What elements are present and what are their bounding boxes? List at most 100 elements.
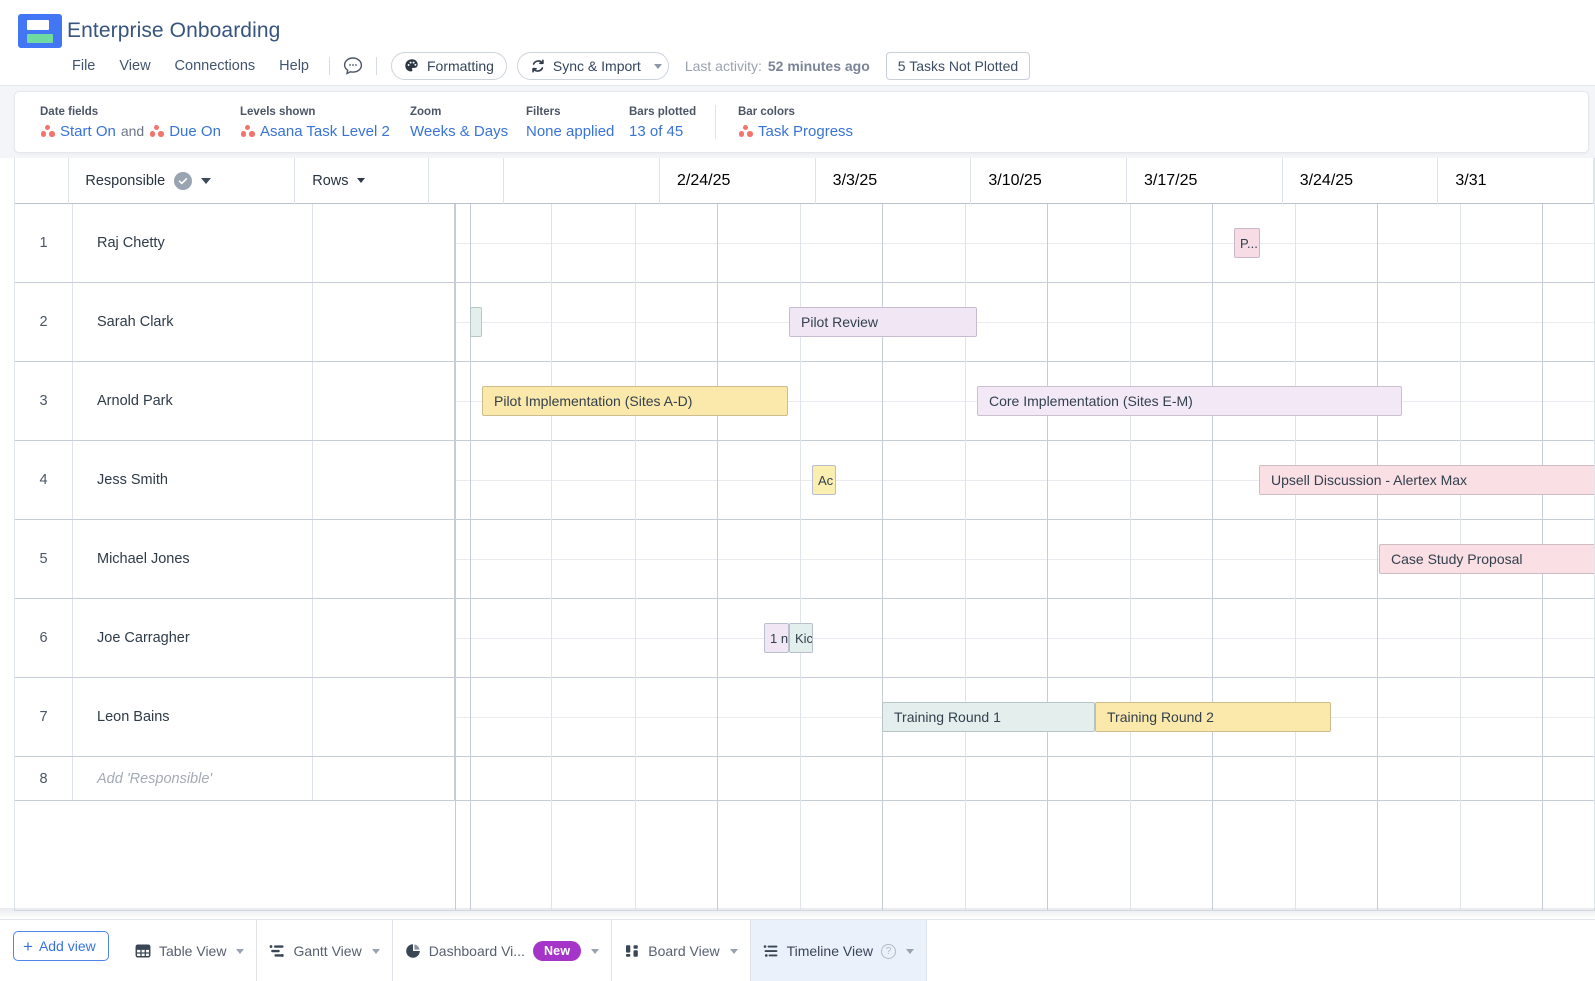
gantt-bar[interactable]: 1 n: [764, 623, 789, 653]
bars-plotted-value[interactable]: 13 of 45: [629, 123, 683, 140]
view-tab-timeline-view[interactable]: Timeline View?: [750, 920, 927, 981]
menu-item-view[interactable]: View: [107, 56, 162, 76]
filter-check-icon[interactable]: [174, 171, 193, 190]
gantt-bar[interactable]: Core Implementation (Sites E-M): [977, 386, 1402, 416]
rows-cell[interactable]: [313, 757, 455, 800]
view-tab-gantt-view[interactable]: Gantt View: [257, 920, 393, 981]
column-header-rows[interactable]: Rows: [295, 158, 430, 204]
chat-bubble-icon[interactable]: [342, 55, 364, 77]
table-row[interactable]: 5 Michael Jones: [15, 520, 1594, 599]
app-window: Enterprise Onboarding File View Connecti…: [0, 0, 1595, 981]
gantt-bar[interactable]: Ac: [812, 465, 836, 495]
last-activity: Last activity: 52 minutes ago: [685, 58, 870, 74]
sync-import-button[interactable]: Sync & Import: [516, 52, 669, 80]
responsible-name[interactable]: Leon Bains: [73, 678, 313, 756]
responsible-name[interactable]: Jess Smith: [73, 441, 313, 519]
grid-body: 1 Raj Chetty 2 Sarah Clark 3 Arnold Park 4 Jess…: [15, 204, 1594, 910]
rows-cell[interactable]: [313, 678, 455, 756]
rows-cell[interactable]: [313, 599, 455, 677]
last-activity-value: 52 minutes ago: [767, 58, 870, 74]
view-tab-table-view[interactable]: Table View: [123, 920, 258, 981]
grid-line: [717, 204, 718, 910]
menu-item-connections[interactable]: Connections: [163, 56, 268, 76]
add-row[interactable]: 8 Add 'Responsible': [15, 757, 1594, 801]
bar-colors-value[interactable]: Task Progress: [758, 123, 853, 140]
gantt-bar[interactable]: [470, 307, 482, 337]
row-number: 7: [15, 678, 73, 756]
grid-line: [551, 204, 552, 910]
page-title: Enterprise Onboarding: [67, 19, 281, 42]
add-view-button[interactable]: + Add view: [13, 931, 109, 961]
rows-cell[interactable]: [313, 441, 455, 519]
chevron-down-icon[interactable]: [905, 948, 914, 954]
grid-line: [1212, 204, 1213, 910]
responsible-name[interactable]: Sarah Clark: [73, 283, 313, 361]
gantt-bar[interactable]: Training Round 1: [882, 702, 1095, 732]
title-bar: Enterprise Onboarding File View Connecti…: [0, 0, 1595, 86]
rows-cell[interactable]: [313, 283, 455, 361]
chevron-down-icon[interactable]: [653, 63, 662, 69]
date-field-start[interactable]: Start On: [60, 123, 116, 140]
gantt-bar[interactable]: Upsell Discussion - Alertex Max: [1259, 465, 1594, 495]
chevron-down-icon[interactable]: [371, 948, 380, 954]
responsible-name[interactable]: Michael Jones: [73, 520, 313, 598]
column-header-responsible[interactable]: Responsible: [69, 158, 296, 204]
tasks-not-plotted-button[interactable]: 5 Tasks Not Plotted: [885, 52, 1031, 80]
setting-filters[interactable]: Filters None applied: [526, 105, 629, 140]
date-header-cell: 2/24/25: [660, 158, 816, 204]
date-field-due[interactable]: Due On: [169, 123, 221, 140]
rows-cell[interactable]: [313, 204, 455, 282]
divider: [375, 57, 377, 75]
levels-shown-value[interactable]: Asana Task Level 2: [260, 123, 390, 140]
row-number: 1: [15, 204, 73, 282]
view-tab-dashboard-vi[interactable]: Dashboard Vi... New: [393, 920, 613, 981]
add-view-label: Add view: [38, 938, 96, 954]
setting-bars-plotted[interactable]: Bars plotted 13 of 45: [629, 105, 715, 140]
grid-line: [1130, 204, 1131, 910]
rows-cell[interactable]: [313, 362, 455, 440]
row-number: 2: [15, 283, 73, 361]
last-activity-label: Last activity:: [684, 58, 762, 74]
menu-item-file[interactable]: File: [60, 56, 107, 76]
add-responsible-input[interactable]: Add 'Responsible': [73, 757, 313, 800]
setting-bar-colors[interactable]: Bar colors Task Progress: [738, 105, 853, 140]
responsible-name[interactable]: Joe Carragher: [73, 599, 313, 677]
gantt-bar[interactable]: Case Study Proposal: [1379, 544, 1594, 574]
responsible-name[interactable]: Arnold Park: [73, 362, 313, 440]
chevron-down-icon[interactable]: [729, 948, 738, 954]
rows-cell[interactable]: [313, 520, 455, 598]
menu-item-help[interactable]: Help: [267, 56, 321, 76]
formatting-label: Formatting: [426, 58, 494, 74]
palette-icon: [404, 58, 420, 74]
question-mark-icon[interactable]: ?: [880, 943, 896, 959]
date-header-cell: 3/17/25: [1127, 158, 1283, 204]
formatting-button[interactable]: Formatting: [390, 52, 507, 80]
gantt-bar[interactable]: Training Round 2: [1095, 702, 1331, 732]
view-tab-board-view[interactable]: Board View: [612, 920, 751, 981]
view-tab-label: Table View: [159, 943, 227, 959]
board-columns-icon: [624, 943, 640, 959]
chevron-down-icon[interactable]: [357, 178, 366, 183]
view-tab-label: Gantt View: [293, 943, 362, 959]
chevron-down-icon[interactable]: [236, 948, 245, 954]
zoom-value[interactable]: Weeks & Days: [410, 123, 508, 140]
setting-zoom[interactable]: Zoom Weeks & Days: [410, 105, 526, 140]
setting-date-fields[interactable]: Date fields Start On and Due On: [40, 105, 240, 140]
gantt-bar[interactable]: P...: [1234, 228, 1260, 258]
filters-value[interactable]: None applied: [526, 123, 614, 140]
chevron-down-icon[interactable]: [201, 177, 212, 184]
row-number: 3: [15, 362, 73, 440]
gantt-bar[interactable]: Pilot Review: [789, 307, 977, 337]
table-row[interactable]: 7 Leon Bains: [15, 678, 1594, 757]
chevron-down-icon[interactable]: [591, 948, 600, 954]
gantt-bar[interactable]: Pilot Implementation (Sites A-D): [482, 386, 788, 416]
date-header-cell: 3/24/25: [1283, 158, 1439, 204]
view-tab-label: Dashboard Vi...: [428, 943, 525, 959]
row-number: 5: [15, 520, 73, 598]
table-row[interactable]: 1 Raj Chetty: [15, 204, 1594, 283]
responsible-name[interactable]: Raj Chetty: [73, 204, 313, 282]
panel-shadow: [0, 908, 1595, 919]
setting-levels-shown[interactable]: Levels shown Asana Task Level 2: [240, 105, 410, 140]
conjunction-label: and: [120, 123, 145, 139]
gantt-bar[interactable]: Kic: [789, 623, 813, 653]
